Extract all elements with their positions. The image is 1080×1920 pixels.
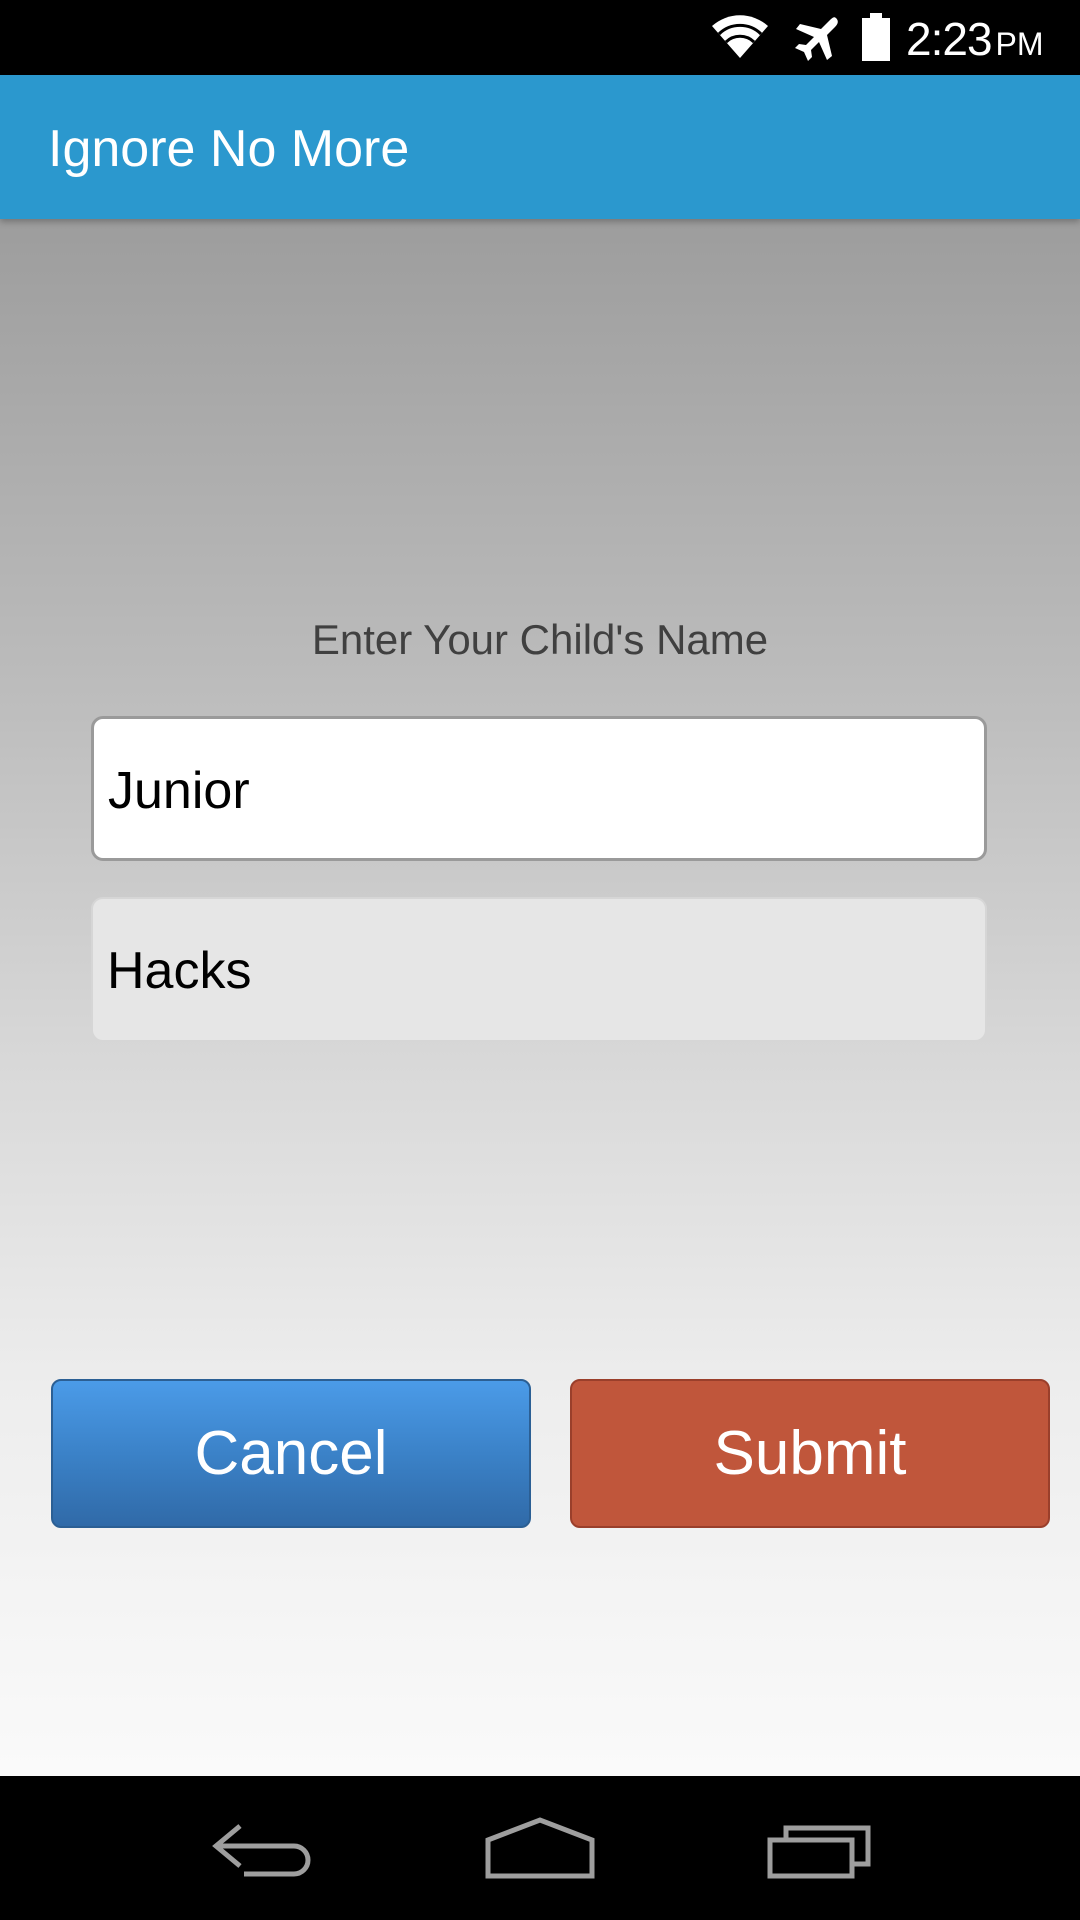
screen: 2:23 PM Ignore No More Enter Your Child's… (0, 0, 1080, 1920)
app-title: Ignore No More (48, 120, 410, 178)
clock-time: 2:23 (906, 13, 993, 65)
first-name-input[interactable]: Junior (91, 716, 987, 861)
airplane-mode-icon (795, 17, 838, 61)
back-icon[interactable] (204, 1806, 324, 1890)
navigation-bar (0, 1776, 1080, 1920)
status-bar: 2:23 PM (0, 0, 1080, 75)
home-icon[interactable] (480, 1806, 600, 1890)
content-area: Enter Your Child's Name Junior Hacks Can… (0, 219, 1080, 1776)
status-clock: 2:23 PM (906, 12, 1044, 65)
cancel-button[interactable]: Cancel (51, 1379, 531, 1528)
last-name-input[interactable]: Hacks (91, 897, 987, 1042)
battery-icon (862, 13, 890, 61)
child-name-prompt: Enter Your Child's Name (311, 616, 769, 663)
submit-button[interactable]: Submit (570, 1379, 1050, 1528)
app-bar: Ignore No More (0, 75, 1080, 219)
recents-icon[interactable] (758, 1806, 878, 1890)
clock-ampm: PM (995, 26, 1044, 62)
wifi-icon (712, 15, 768, 58)
